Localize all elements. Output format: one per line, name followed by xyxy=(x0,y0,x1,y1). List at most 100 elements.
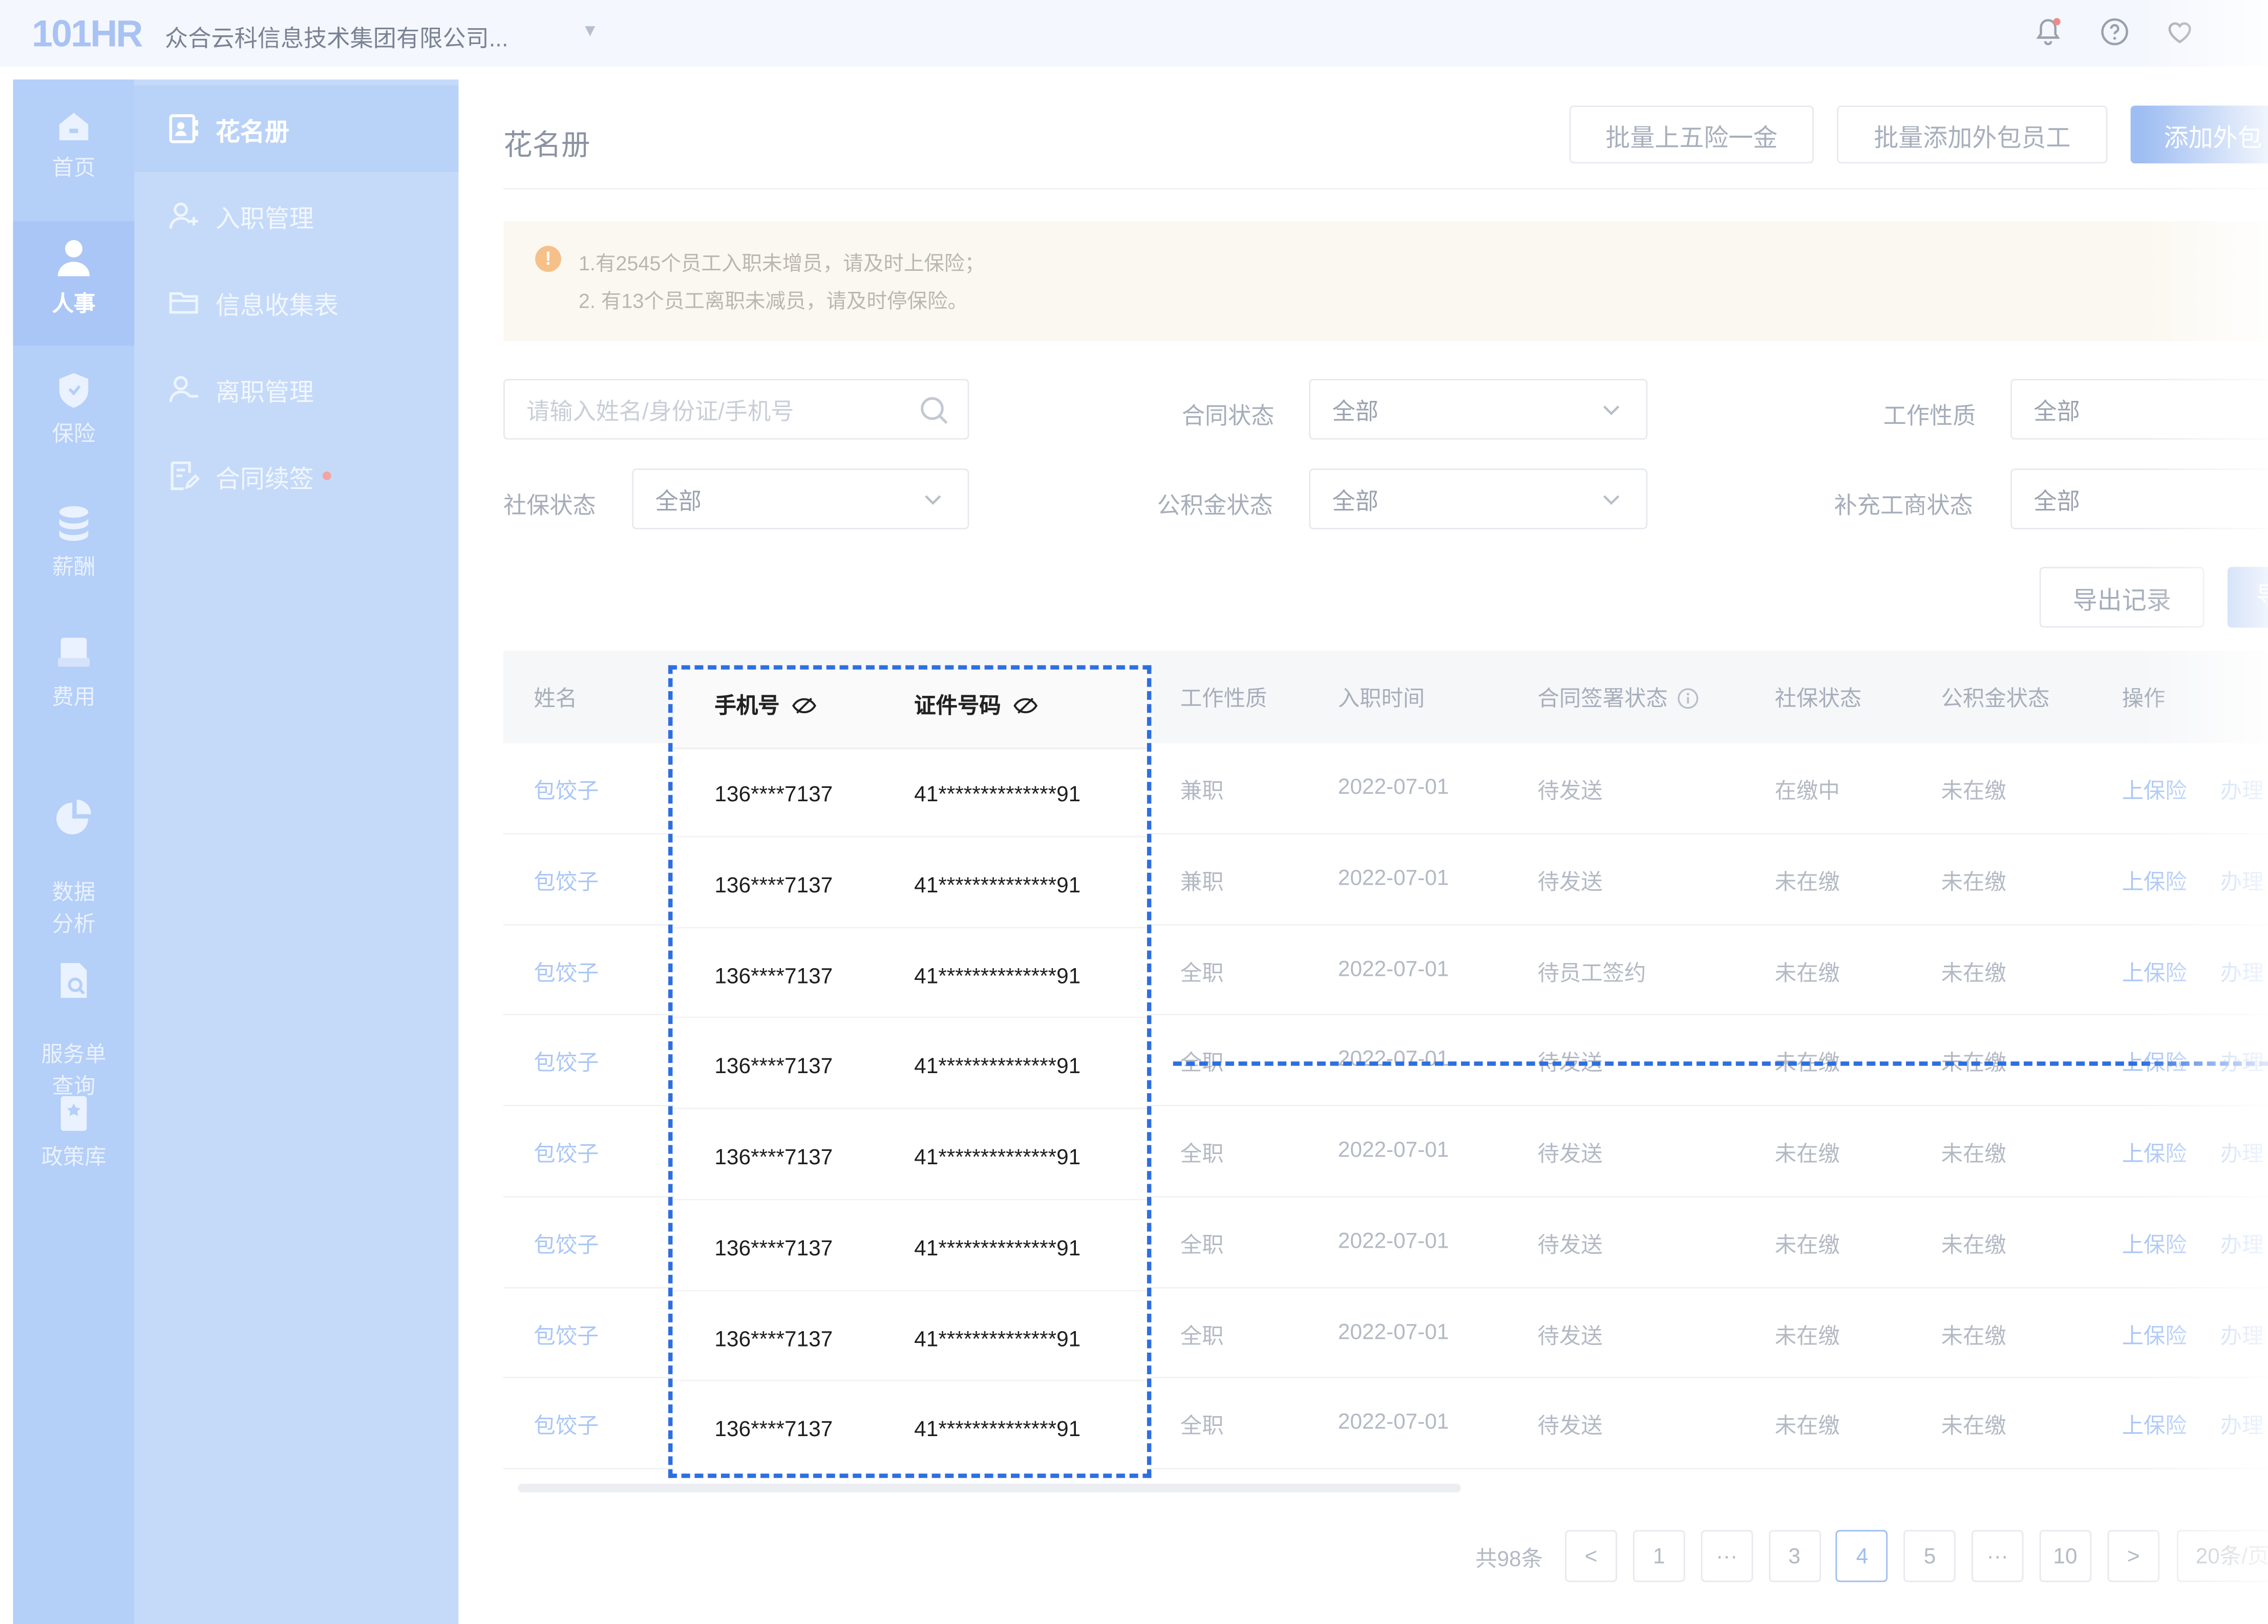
prev-page-button[interactable]: < xyxy=(1565,1530,1617,1583)
insure-link[interactable]: 上保险 xyxy=(2122,1229,2187,1259)
cell-join-date: 2022-07-01 xyxy=(1338,1047,1449,1072)
chevron-down-icon xyxy=(1603,405,1620,416)
handle-link[interactable]: 办理 xyxy=(2220,1411,2264,1441)
subnav-item-info-collection[interactable]: 信息收集表 xyxy=(135,259,459,346)
subnav-label: 离职管理 xyxy=(215,378,314,406)
heart-icon[interactable] xyxy=(2164,16,2196,48)
fund-status-select[interactable]: 全部 xyxy=(1309,468,1648,529)
notification-dot xyxy=(322,471,331,480)
col-header-ops: 操作 xyxy=(2122,687,2166,712)
cell-contract-status: 待发送 xyxy=(1537,1415,1603,1440)
subnav-item-onboarding[interactable]: 入职管理 xyxy=(135,172,459,259)
info-icon[interactable] xyxy=(1677,686,1700,709)
insure-link[interactable]: 上保险 xyxy=(2122,775,2187,805)
page-button[interactable]: 10 xyxy=(2039,1530,2091,1583)
cell-fund-status: 未在缴 xyxy=(1941,870,2006,895)
app-window: 101HR 众合云科信息技术集团有限公司... ▼ 首页 人事 保险 薪酬 费用… xyxy=(0,0,2268,1624)
cell-join-date: 2022-07-01 xyxy=(1338,1319,1449,1344)
cell-fund-status: 未在缴 xyxy=(1941,1233,2006,1258)
cell-work-type: 全职 xyxy=(1180,1415,1224,1440)
subnav-item-roster[interactable]: 花名册 xyxy=(134,85,459,173)
rail-label: 服务单 查询 xyxy=(41,1042,107,1099)
rail-item-insurance[interactable]: 保险 xyxy=(13,369,134,448)
rail-item-expense[interactable]: 费用 xyxy=(13,632,134,711)
cell-fund-status: 未在缴 xyxy=(1941,779,2006,804)
page-button[interactable]: 5 xyxy=(1903,1530,1956,1583)
batch-outsource-button[interactable]: 批量添加外包员工 xyxy=(1837,105,2108,164)
rail-item-salary[interactable]: 薪酬 xyxy=(13,502,134,581)
page-button[interactable]: 4 xyxy=(1836,1530,1889,1583)
doc-search-icon xyxy=(60,963,87,998)
insure-link[interactable]: 上保险 xyxy=(2122,1411,2187,1441)
cell-name[interactable]: 包饺子 xyxy=(534,1048,599,1078)
page-button[interactable]: 1 xyxy=(1633,1530,1685,1583)
cell-work-type: 全职 xyxy=(1180,1323,1224,1349)
export-button[interactable]: 导 xyxy=(2227,567,2268,628)
rail-label: 首页 xyxy=(52,156,96,181)
cell-name[interactable]: 包饺子 xyxy=(534,866,599,896)
rail-item-service-query[interactable]: 服务单 查询 xyxy=(13,927,134,1104)
cell-social-status: 未在缴 xyxy=(1774,870,1840,895)
handle-link[interactable]: 办理 xyxy=(2220,956,2264,987)
search-placeholder: 请输入姓名/身份证/手机号 xyxy=(526,400,794,425)
page-size-select[interactable]: 20条/页 xyxy=(2177,1530,2268,1583)
handle-link[interactable]: 办理 xyxy=(2220,1138,2264,1168)
expense-icon xyxy=(57,637,90,667)
cell-join-date: 2022-07-01 xyxy=(1338,1410,1449,1435)
cell-name[interactable]: 包饺子 xyxy=(534,1138,599,1168)
work-type-select[interactable]: 全部 xyxy=(2010,379,2268,440)
cell-name[interactable]: 包饺子 xyxy=(534,1411,599,1441)
social-status-select[interactable]: 全部 xyxy=(632,468,969,529)
insure-link[interactable]: 上保险 xyxy=(2122,1138,2187,1168)
handle-link[interactable]: 办理 xyxy=(2220,1229,2264,1259)
rail-item-hr[interactable]: 人事 xyxy=(13,221,135,346)
subnav-item-contract-renewal[interactable]: 合同续签 xyxy=(135,433,459,519)
cell-name[interactable]: 包饺子 xyxy=(534,1319,599,1350)
rail-item-analytics[interactable]: 数据 分析 xyxy=(13,765,134,942)
company-switcher[interactable]: 众合云科信息技术集团有限公司... xyxy=(165,19,508,54)
cell-contract-status: 待发送 xyxy=(1537,779,1603,804)
batch-insurance-button[interactable]: 批量上五险一金 xyxy=(1569,105,1814,164)
cell-social-status: 未在缴 xyxy=(1774,1233,1840,1258)
help-icon[interactable] xyxy=(2099,16,2130,48)
export-records-button[interactable]: 导出记录 xyxy=(2039,567,2205,628)
insure-link[interactable]: 上保险 xyxy=(2122,956,2187,987)
rail-item-home[interactable]: 首页 xyxy=(13,105,134,182)
subnav-label: 入职管理 xyxy=(215,204,314,232)
remove-user-icon xyxy=(169,376,198,402)
subnav-item-offboarding[interactable]: 离职管理 xyxy=(135,346,459,432)
search-icon[interactable] xyxy=(919,395,950,426)
alert-text: 1.有2545个员工入职未增员，请及时上保险； xyxy=(578,251,985,275)
chevron-down-icon[interactable]: ▼ xyxy=(581,20,599,41)
search-input[interactable]: 请输入姓名/身份证/手机号 xyxy=(503,379,969,440)
policy-icon xyxy=(60,1096,87,1131)
edit-doc-icon xyxy=(171,461,200,490)
cell-name[interactable]: 包饺子 xyxy=(534,1229,599,1259)
cell-join-date: 2022-07-01 xyxy=(1338,775,1449,800)
next-page-button[interactable]: > xyxy=(2107,1530,2160,1583)
secondary-nav: 花名册 入职管理 信息收集表 离职管理 合同续签 xyxy=(134,79,459,1624)
page-button[interactable]: 3 xyxy=(1768,1530,1821,1583)
supplement-status-select[interactable]: 全部 xyxy=(2010,468,2268,529)
col-header-label: 合同签署状态 xyxy=(1537,687,1668,712)
rail-item-policy[interactable]: 政策库 xyxy=(13,1092,134,1171)
cell-name[interactable]: 包饺子 xyxy=(534,775,599,805)
handle-link[interactable]: 办理 xyxy=(2220,866,2264,896)
shield-icon xyxy=(59,373,89,408)
add-user-icon xyxy=(169,202,198,229)
handle-link[interactable]: 办理 xyxy=(2220,1319,2264,1350)
bell-icon[interactable] xyxy=(2032,16,2064,48)
cell-fund-status: 未在缴 xyxy=(1941,1415,2006,1440)
cell-name[interactable]: 包饺子 xyxy=(534,956,599,987)
fund-status-label: 公积金状态 xyxy=(1157,495,1273,520)
horizontal-scrollbar[interactable] xyxy=(518,1484,1461,1492)
cell-social-status: 未在缴 xyxy=(1774,1415,1840,1440)
handle-link[interactable]: 办理 xyxy=(2220,775,2264,805)
cell-work-type: 全职 xyxy=(1180,1142,1224,1167)
add-outsource-button[interactable]: 添加外包 xyxy=(2130,105,2268,164)
page-ellipsis[interactable]: ··· xyxy=(1971,1530,2024,1583)
insure-link[interactable]: 上保险 xyxy=(2122,1319,2187,1350)
insure-link[interactable]: 上保险 xyxy=(2122,866,2187,896)
contract-status-select[interactable]: 全部 xyxy=(1309,379,1648,440)
page-ellipsis[interactable]: ··· xyxy=(1701,1530,1753,1583)
